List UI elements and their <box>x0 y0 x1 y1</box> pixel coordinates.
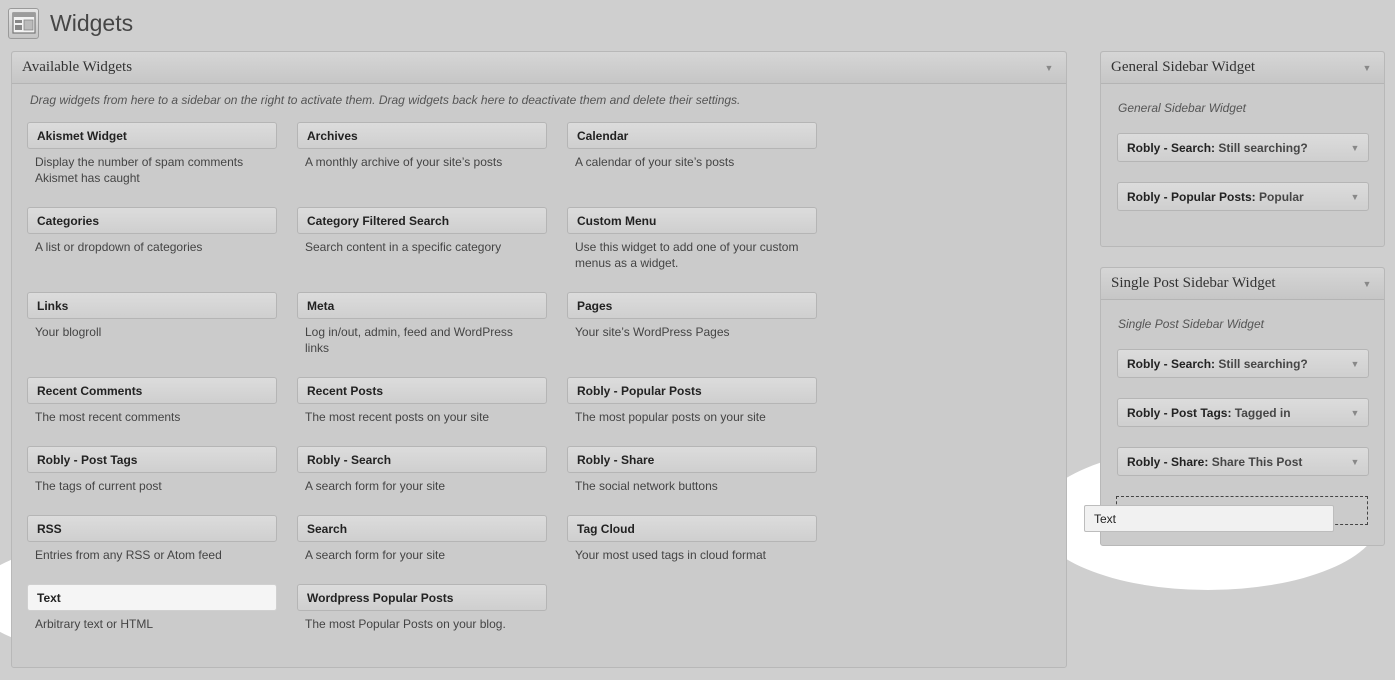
widget-name: Robly - Search: <box>1127 140 1216 155</box>
available-widgets-panel: Available Widgets ▼ Drag widgets from he… <box>11 51 1067 668</box>
available-widget: Robly - Share The social network buttons <box>567 446 817 494</box>
widget-title-bar[interactable]: Robly - Post Tags <box>27 446 277 473</box>
widget-description: A monthly archive of your site’s posts <box>305 155 503 169</box>
page-title: Widgets <box>50 9 134 36</box>
single-post-sidebar-header[interactable]: Single Post Sidebar Widget ▼ <box>1101 268 1384 300</box>
available-widget: Links Your blogroll <box>27 292 277 340</box>
widget-name: Robly - Share: <box>1127 454 1209 469</box>
single-post-sidebar-title: Single Post Sidebar Widget <box>1111 275 1276 291</box>
available-widget: Akismet Widget Display the number of spam… <box>27 122 277 186</box>
sidebar-widget[interactable]: Robly - Post Tags: Tagged in ▼ <box>1117 398 1369 427</box>
single-post-sidebar-desc: Single Post Sidebar Widget <box>1118 317 1264 331</box>
widget-title-bar[interactable]: RSS <box>27 515 277 542</box>
widget-description: Your blogroll <box>35 325 102 339</box>
widget-title-bar[interactable]: Recent Comments <box>27 377 277 404</box>
available-widget: Robly - Post Tags The tags of current pos… <box>27 446 277 494</box>
chevron-down-icon[interactable]: ▼ <box>1348 455 1362 469</box>
available-widget: Robly - Search A search form for your sit… <box>297 446 547 494</box>
widget-title-bar[interactable]: Akismet Widget <box>27 122 277 149</box>
available-widget: Custom Menu Use this widget to add one of… <box>567 207 817 271</box>
widget-description: Search content in a specific category <box>305 240 502 254</box>
widget-title-bar[interactable]: Links <box>27 292 277 319</box>
widget-description: Your most used tags in cloud format <box>575 548 766 562</box>
chevron-down-icon[interactable]: ▼ <box>1348 406 1362 420</box>
widget-description: Your site’s WordPress Pages <box>575 325 730 339</box>
chevron-down-icon[interactable]: ▼ <box>1348 357 1362 371</box>
available-widget: Recent Posts The most recent posts on you… <box>297 377 547 425</box>
widget-description: The most recent posts on your site <box>305 410 490 424</box>
widget-name: Robly - Search: <box>1127 356 1216 371</box>
general-sidebar-header[interactable]: General Sidebar Widget ▼ <box>1101 52 1384 84</box>
widget-title-bar[interactable]: Calendar <box>567 122 817 149</box>
widget-title: Still searching? <box>1218 140 1308 155</box>
widget-description: A search form for your site <box>305 479 446 493</box>
general-sidebar-desc: General Sidebar Widget <box>1118 101 1246 115</box>
available-widget: Wordpress Popular Posts The most Popular … <box>297 584 547 632</box>
widget-name: Robly - Popular Posts: <box>1127 189 1256 204</box>
available-widget: Category Filtered Search Search content i… <box>297 207 547 255</box>
widget-title-bar[interactable]: Archives <box>297 122 547 149</box>
widget-description: A search form for your site <box>305 548 446 562</box>
widget-description: A list or dropdown of categories <box>35 240 203 254</box>
widget-description: Use this widget to add one of your custo… <box>575 240 799 270</box>
widget-title-bar[interactable]: Custom Menu <box>567 207 817 234</box>
available-widget: Robly - Popular Posts The most popular po… <box>567 377 817 425</box>
available-widget: Categories A list or dropdown of categori… <box>27 207 277 255</box>
sidebar-widget[interactable]: Robly - Share: Share This Post ▼ <box>1117 447 1369 476</box>
widget-title-bar[interactable]: Pages <box>567 292 817 319</box>
widget-title-bar[interactable]: Meta <box>297 292 547 319</box>
widget-title-bar[interactable]: Categories <box>27 207 277 234</box>
available-widget: Meta Log in/out, admin, feed and WordPres… <box>297 292 547 356</box>
widget-title-bar[interactable]: Text <box>27 584 277 611</box>
chevron-down-icon[interactable]: ▼ <box>1360 61 1374 75</box>
widget-title: Tagged in <box>1234 405 1291 420</box>
chevron-down-icon[interactable]: ▼ <box>1348 141 1362 155</box>
widget-title-bar[interactable]: Recent Posts <box>297 377 547 404</box>
widget-title: Still searching? <box>1218 356 1308 371</box>
widgets-icon <box>8 7 39 39</box>
widget-description: Arbitrary text or HTML <box>35 617 154 631</box>
widget-title-bar[interactable]: Category Filtered Search <box>297 207 547 234</box>
widget-description: A calendar of your site’s posts <box>575 155 735 169</box>
available-widget: Pages Your site’s WordPress Pages <box>567 292 817 340</box>
chevron-down-icon[interactable]: ▼ <box>1042 61 1056 75</box>
general-sidebar-panel: General Sidebar Widget ▼ General Sidebar… <box>1100 51 1385 247</box>
widget-description: Log in/out, admin, feed and WordPress li… <box>305 325 513 355</box>
available-widget: Tag Cloud Your most used tags in cloud fo… <box>567 515 817 563</box>
available-widget: Recent Comments The most recent comments <box>27 377 277 425</box>
widget-title-bar[interactable]: Tag Cloud <box>567 515 817 542</box>
available-widget: Search A search form for your site <box>297 515 547 563</box>
available-widgets-header[interactable]: Available Widgets ▼ <box>12 52 1066 84</box>
available-widgets-help: Drag widgets from here to a sidebar on t… <box>30 93 741 107</box>
chevron-down-icon[interactable]: ▼ <box>1360 277 1374 291</box>
sidebar-widget[interactable]: Robly - Search: Still searching? ▼ <box>1117 349 1369 378</box>
sidebar-widget[interactable]: Robly - Search: Still searching? ▼ <box>1117 133 1369 162</box>
widget-description: Display the number of spam comments Akis… <box>35 155 244 185</box>
widget-title: Share This Post <box>1211 454 1303 469</box>
available-widget: Calendar A calendar of your site’s posts <box>567 122 817 170</box>
general-sidebar-title: General Sidebar Widget <box>1111 59 1256 75</box>
widget-description: The tags of current post <box>35 479 162 493</box>
available-widget: RSS Entries from any RSS or Atom feed <box>27 515 277 563</box>
chevron-down-icon[interactable]: ▼ <box>1348 190 1362 204</box>
page-header: Widgets <box>8 6 133 40</box>
widget-title-bar[interactable]: Wordpress Popular Posts <box>297 584 547 611</box>
available-widgets-title: Available Widgets <box>22 59 133 75</box>
widget-title-bar[interactable]: Robly - Search <box>297 446 547 473</box>
widget-description: Entries from any RSS or Atom feed <box>35 548 222 562</box>
available-widget: Text Arbitrary text or HTML <box>27 584 277 632</box>
widget-description: The most popular posts on your site <box>575 410 766 424</box>
widget-title-bar[interactable]: Search <box>297 515 547 542</box>
widget-name: Robly - Post Tags: <box>1127 405 1232 420</box>
widget-description: The social network buttons <box>575 479 718 493</box>
widget-title: Popular <box>1259 189 1304 204</box>
widget-title-bar[interactable]: Robly - Popular Posts <box>567 377 817 404</box>
available-widget: Archives A monthly archive of your site’s… <box>297 122 547 170</box>
widget-title-bar[interactable]: Robly - Share <box>567 446 817 473</box>
widget-description: The most Popular Posts on your blog. <box>305 617 506 631</box>
sidebar-widget[interactable]: Robly - Popular Posts: Popular ▼ <box>1117 182 1369 211</box>
widget-description: The most recent comments <box>35 410 181 424</box>
dragging-widget[interactable]: Text <box>1084 505 1334 532</box>
